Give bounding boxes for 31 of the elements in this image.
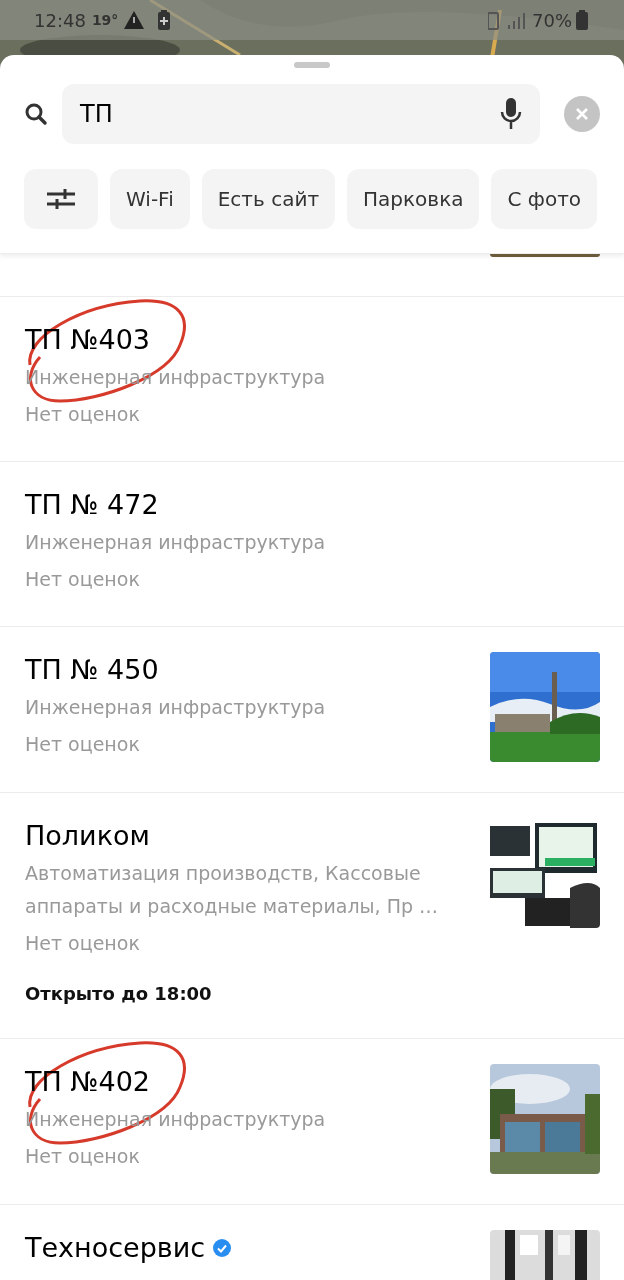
rating-text: Нет оценок	[25, 402, 141, 427]
rating-text: Нет оценок	[25, 931, 141, 956]
result-category: Автоматизация производств, Кассовые аппараты и расходные материалы, Пр …	[25, 861, 440, 919]
result-category: Инженерная инфраструктура	[25, 530, 327, 555]
battery-icon	[576, 10, 588, 30]
search-field[interactable]: ТП	[62, 84, 540, 144]
result-title[interactable]: ТП № 450	[25, 651, 159, 689]
close-icon	[576, 108, 588, 120]
rating-text: Нет оценок	[25, 1144, 141, 1169]
result-category: Инженерная инфраструктура	[25, 695, 327, 720]
rating-text: Нет оценок	[25, 732, 141, 757]
filter-chip[interactable]: Парковка	[347, 169, 480, 229]
opening-hours: Открыто до 18:00	[25, 982, 213, 1006]
result-title[interactable]: ТП № 472	[25, 486, 159, 524]
status-time: 12:48	[34, 9, 86, 31]
status-temperature: 19°	[91, 12, 119, 28]
filter-settings-button[interactable]	[24, 169, 98, 229]
search-icon	[24, 102, 48, 126]
result-title[interactable]: Техносервис	[25, 1229, 206, 1267]
filter-chip[interactable]: С фото	[491, 169, 598, 229]
filter-chip[interactable]: Wi-Fi	[110, 169, 190, 229]
rating-text: Нет оценок	[25, 567, 141, 592]
filter-chip[interactable]: Есть сайт	[201, 169, 336, 229]
drag-handle[interactable]	[294, 62, 330, 68]
microphone-icon[interactable]	[500, 98, 522, 130]
battery-icon	[158, 10, 171, 30]
battery-percent: 70%	[532, 9, 572, 31]
warning-icon	[124, 11, 145, 29]
result-title[interactable]: Поликом	[25, 817, 150, 855]
sliders-icon	[47, 187, 75, 211]
signal-icon	[488, 10, 528, 30]
